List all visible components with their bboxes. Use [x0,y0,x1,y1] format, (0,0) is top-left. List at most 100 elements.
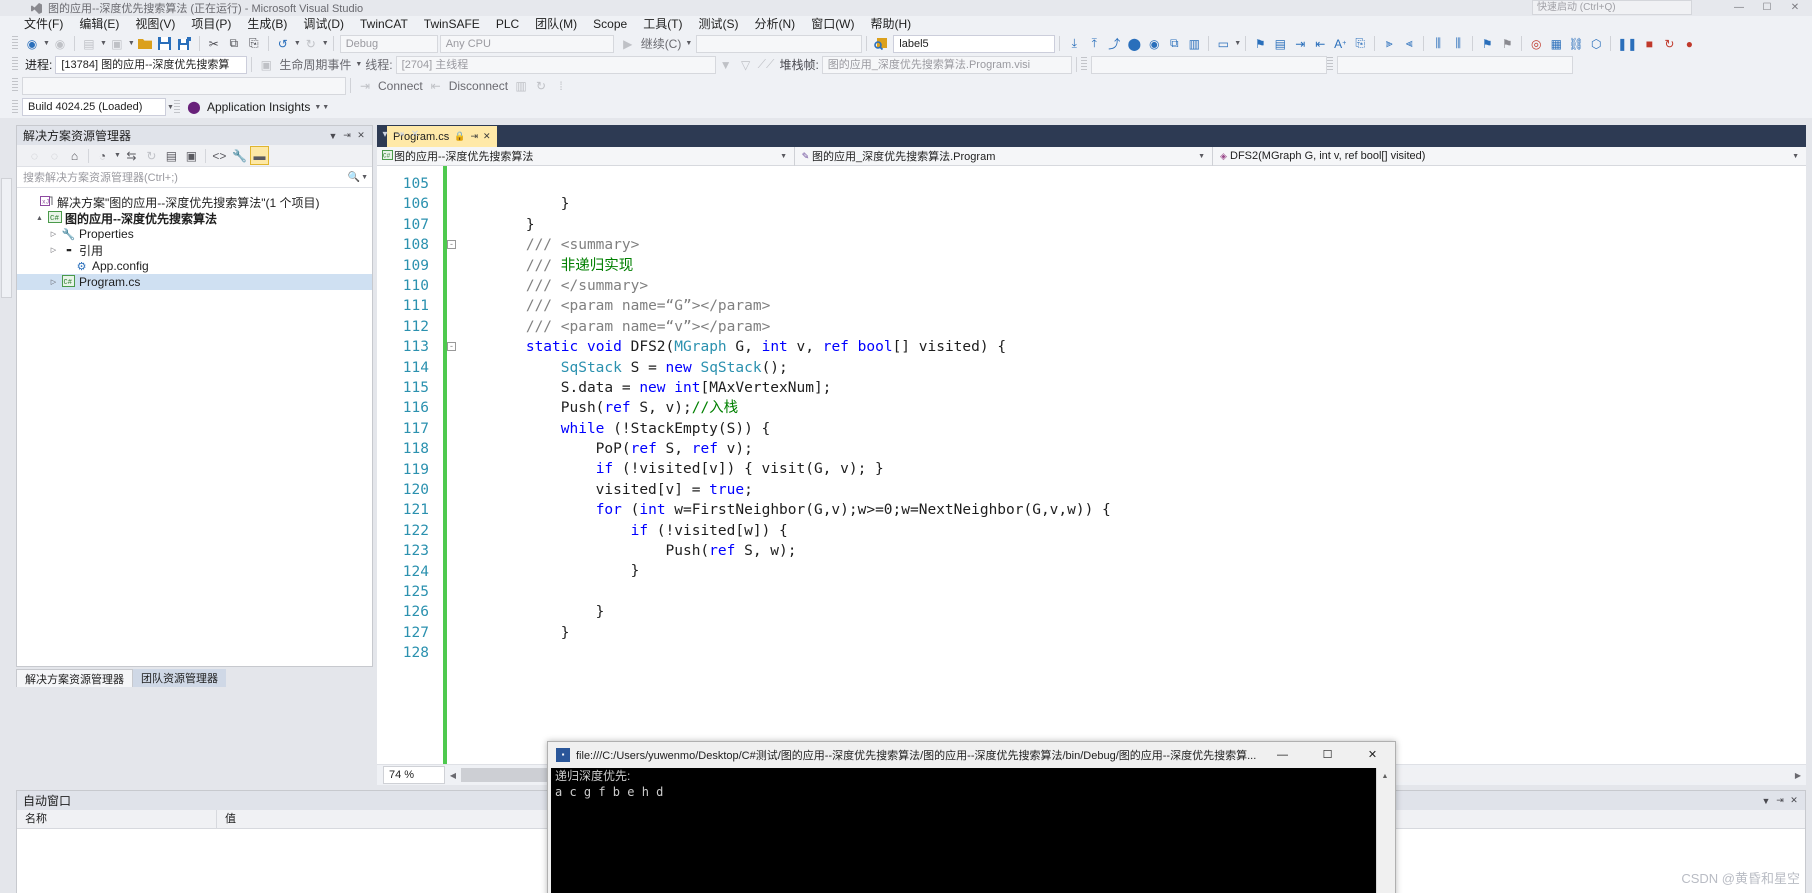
continue-caret-icon[interactable]: ▼ [685,40,692,47]
console-minimize-button[interactable]: — [1260,742,1305,767]
flag-gray-icon[interactable]: ⚑ [1497,34,1517,53]
distribute-vertical-icon[interactable]: ⫼ [1448,34,1468,53]
redo-caret-icon[interactable]: ▼ [322,40,329,47]
disconnect-label[interactable]: Disconnect [446,79,511,93]
breakpoints-icon[interactable]: ◉ [1144,34,1164,53]
view-code-icon[interactable]: <> [210,146,229,165]
column-header-name[interactable]: 名称 [17,809,217,829]
scroll-left-icon[interactable]: ◀ [445,771,461,780]
maximize-button[interactable]: ☐ [1754,0,1780,15]
new-item-caret-icon[interactable]: ▼ [100,40,107,47]
toolbar-grip[interactable] [12,57,18,72]
more-icon[interactable]: ⁞ [551,76,571,95]
menu-project[interactable]: 项目(P) [183,16,239,33]
toggle-breakpoint-icon[interactable]: ⬤ [1124,34,1144,53]
navigate-back-icon[interactable]: ◉ [22,34,42,53]
record-icon[interactable]: ● [1679,34,1699,53]
copy-icon[interactable]: ⧉ [224,34,244,53]
find-input[interactable]: label5 [893,34,1056,53]
navbar-member-combo[interactable]: ◈ DFS2(MGraph G, int v, ref bool[] visit… [1213,147,1806,166]
tree-node-properties[interactable]: ▷ 🔧 Properties [17,226,372,242]
step-out-icon[interactable]: ⤴ [1104,34,1124,53]
twincat-target-combo[interactable] [22,76,346,95]
attach-icon[interactable]: ⧉ [1164,34,1184,53]
pending-changes-caret-icon[interactable]: ▼ [114,152,121,159]
cut-icon[interactable]: ✂ [204,34,224,53]
scroll-right-icon[interactable]: ▶ [1790,771,1806,780]
solution-explorer-search[interactable]: 搜索解决方案资源管理器(Ctrl+;) 🔍 ▼ [17,167,372,188]
zoom-level-combo[interactable]: 74 % [383,766,445,784]
collapse-all-icon[interactable]: ▣ [182,146,201,165]
build-version-combo[interactable]: Build 4024.25 (Loaded) [22,98,166,116]
close-icon[interactable]: ✕ [483,131,491,142]
tree-node-project[interactable]: ▲ C# 图的应用--深度优先搜索算法 [17,210,372,226]
chevron-down-icon[interactable]: ▼ [326,128,340,144]
tree-node-app-config[interactable]: ⚙ App.config [17,258,372,274]
bookmark-icon[interactable]: ⚑ [1250,34,1270,53]
continue-label[interactable]: 继续(C) [638,35,685,52]
close-icon[interactable]: ✕ [409,129,421,140]
pin-icon[interactable]: ⇥ [340,128,354,144]
navbar-project-combo[interactable]: C# 图的应用--深度优先搜索算法 ▼ [377,146,795,166]
toolbar-grip[interactable] [173,99,180,115]
search-icon[interactable]: 🔍 [348,172,360,183]
console-maximize-button[interactable]: ☐ [1305,742,1350,767]
menu-plc[interactable]: PLC [488,16,527,33]
target-empty-combo[interactable] [696,34,863,53]
undo-caret-icon[interactable]: ▼ [294,40,301,47]
menu-twinsafe[interactable]: TwinSAFE [416,16,488,33]
link-icon[interactable]: ⛓ [1566,34,1586,53]
application-insights-label[interactable]: Application Insights [204,100,313,114]
menu-edit[interactable]: 编辑(E) [71,16,127,33]
preview-selected-items-icon[interactable]: ▬ [249,146,269,165]
extra-combo-1[interactable] [1090,55,1327,74]
search-input[interactable]: 搜索解决方案资源管理器(Ctrl+;) [23,169,348,185]
lock-icon[interactable]: 🔒 [454,131,465,142]
navbar-type-combo[interactable]: ✎ 图的应用_深度优先搜索算法.Program ▼ [795,146,1213,166]
connect-icon[interactable]: ⇥ [355,76,375,95]
outdent-icon[interactable]: ⇤ [1310,34,1330,53]
lifecycle-caret-icon[interactable]: ▼ [355,61,362,68]
step-filter-icon[interactable]: ⟋⟋ [756,55,777,74]
menu-test[interactable]: 测试(S) [691,16,747,33]
tree-node-program-cs[interactable]: ▷ C# Program.cs [17,274,372,290]
open-file-icon[interactable]: ▣ [107,34,127,53]
undo-icon[interactable]: ↺ [273,34,293,53]
home-icon[interactable]: ⌂ [65,146,84,165]
save-icon[interactable] [155,34,175,53]
build-overflow-caret-icon[interactable]: ▼ [167,104,174,111]
pin-icon[interactable]: ⇥ [394,129,406,140]
menu-debug[interactable]: 调试(D) [295,16,352,33]
menu-analyze[interactable]: 分析(N) [747,16,804,33]
lifecycle-label[interactable]: 生命周期事件 [276,56,354,73]
step-over-icon[interactable]: ⤒ [1084,34,1104,53]
pending-changes-icon[interactable]: ◔ [93,146,112,165]
clear-filter-icon[interactable]: ▽ [736,55,756,74]
toolbar-grip[interactable] [12,78,18,93]
back-icon[interactable]: ◌ [25,146,44,165]
chevron-down-icon[interactable]: ▼ [1759,793,1773,809]
tree-node-solution[interactable]: xJ 解决方案"图的应用--深度优先搜索算法"(1 个项目) [17,194,372,210]
minimize-button[interactable]: — [1726,0,1752,15]
fold-toggle-icon[interactable]: - [447,240,456,250]
close-icon[interactable]: ✕ [1787,793,1801,809]
app-insights-caret-icon[interactable]: ▼ [314,104,321,111]
expander-icon[interactable]: ▷ [47,278,60,286]
menu-view[interactable]: 视图(V) [127,16,183,33]
toolbar-grip[interactable] [1080,57,1087,72]
new-item-icon[interactable]: ▤ [79,34,99,53]
thread-combo[interactable]: [2704] 主线程 [395,55,716,74]
application-insights-icon[interactable]: ⬤ [184,98,204,117]
redo-icon[interactable]: ↻ [301,34,321,53]
flag-blue-icon[interactable]: ⚑ [1477,34,1497,53]
chevron-down-icon[interactable]: ▼ [1193,153,1210,160]
paste-icon[interactable]: ⎘ [244,34,264,53]
pin-icon[interactable]: ⇥ [470,131,478,142]
find-in-files-icon[interactable] [871,34,891,53]
open-file-caret-icon[interactable]: ▼ [128,40,135,47]
editor-text-area[interactable]: 105 106 107 108 109 110 111 112 113 114 115 116 117 1… [377,166,1806,764]
align-left-icon[interactable]: ⫸ [1379,34,1399,53]
node-icon[interactable]: ⬡ [1586,34,1606,53]
step-into-icon[interactable]: ⤓ [1064,34,1084,53]
menu-window[interactable]: 窗口(W) [803,16,862,33]
